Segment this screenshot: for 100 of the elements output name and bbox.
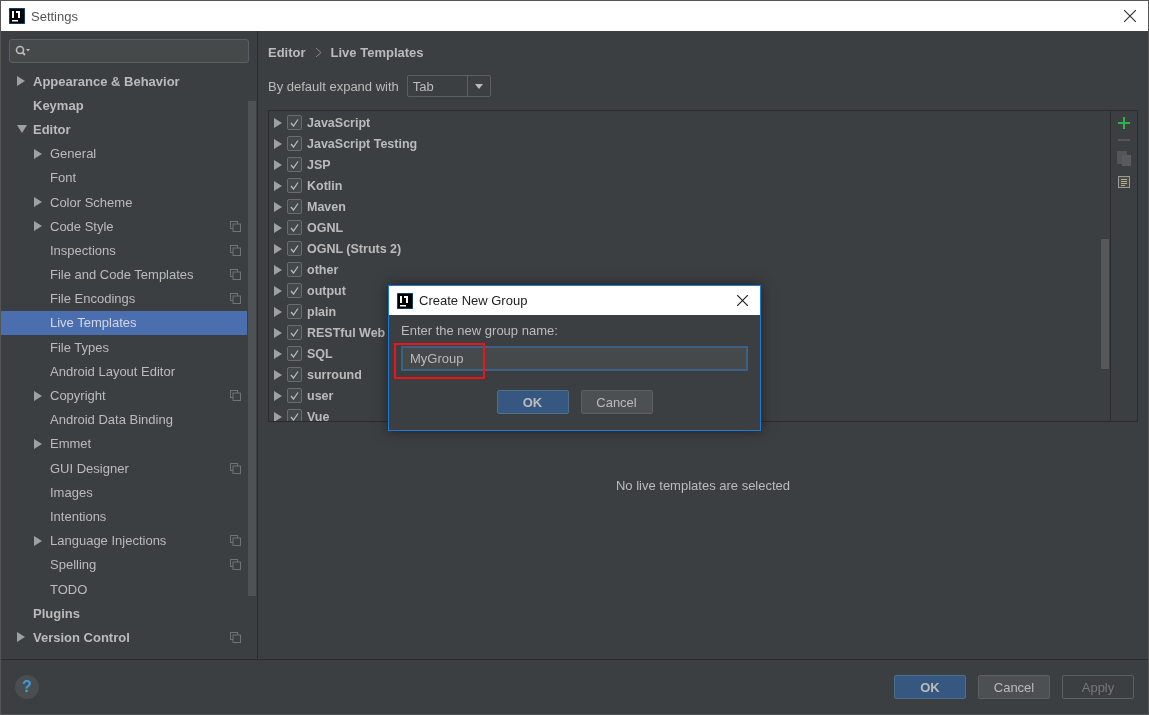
checkbox[interactable] xyxy=(287,262,302,277)
tree-item[interactable]: Images xyxy=(1,480,247,505)
search-field[interactable] xyxy=(9,39,249,63)
checkbox[interactable] xyxy=(287,325,302,340)
tree-item[interactable]: Emmet xyxy=(1,431,247,456)
checkbox[interactable] xyxy=(287,241,302,256)
expand-arrow-icon[interactable] xyxy=(274,222,282,233)
tree-item[interactable]: Spelling xyxy=(1,552,247,577)
tree-item[interactable]: File and Code Templates xyxy=(1,262,247,287)
template-group-name[interactable]: JavaScript xyxy=(307,115,371,130)
checkbox[interactable] xyxy=(287,346,302,361)
template-group-name[interactable]: plain xyxy=(307,304,337,319)
tree-item[interactable]: Android Data Binding xyxy=(1,407,247,432)
expand-arrow-icon[interactable] xyxy=(274,369,282,380)
checkmark-icon xyxy=(290,139,299,148)
expand-arrow-icon[interactable] xyxy=(274,180,282,191)
expand-arrow-icon[interactable] xyxy=(274,138,282,149)
template-group-name[interactable]: Kotlin xyxy=(307,178,343,193)
template-group-name[interactable]: user xyxy=(307,388,334,403)
tree-item[interactable]: Inspections xyxy=(1,238,247,263)
tree-item[interactable]: Code Style xyxy=(1,214,247,239)
checkbox[interactable] xyxy=(287,136,302,151)
expand-arrow-icon[interactable] xyxy=(17,632,25,643)
prompt-text: Enter the new group name: xyxy=(401,323,559,338)
dropdown-caret-icon xyxy=(474,83,483,89)
group-name-field[interactable]: MyGroup xyxy=(401,346,748,371)
dialog-button[interactable]: OK xyxy=(496,390,569,414)
tree-item[interactable]: Font xyxy=(1,165,247,190)
tree-item[interactable]: Android Layout Editor xyxy=(1,359,247,384)
expand-arrow-icon[interactable] xyxy=(274,285,282,296)
expand-arrow-icon[interactable] xyxy=(34,438,42,449)
checkmark-icon xyxy=(290,160,299,169)
close-icon[interactable] xyxy=(1124,10,1136,22)
checkbox[interactable] xyxy=(287,220,302,235)
checkbox[interactable] xyxy=(287,304,302,319)
expand-arrow-icon[interactable] xyxy=(34,390,42,401)
template-group-name[interactable]: JSP xyxy=(307,157,331,172)
template-group-name[interactable]: JavaScript Testing xyxy=(307,136,418,151)
tree-item[interactable]: File Types xyxy=(1,335,247,360)
expand-arrow-icon[interactable] xyxy=(274,201,282,212)
search-icon xyxy=(15,45,31,57)
expand-arrow-icon[interactable] xyxy=(274,306,282,317)
template-group-name[interactable]: RESTful Web xyxy=(307,325,386,340)
expand-arrow-icon[interactable] xyxy=(274,390,282,401)
scrollbar-thumb[interactable] xyxy=(1101,239,1109,369)
tree-item[interactable]: Color Scheme xyxy=(1,189,247,215)
checkbox[interactable] xyxy=(287,157,302,172)
tree-item[interactable]: GUI Designer xyxy=(1,456,247,481)
dialog-title: Create New Group xyxy=(419,293,528,308)
expand-arrow-icon[interactable] xyxy=(274,159,282,170)
close-icon[interactable] xyxy=(737,295,748,306)
template-group-name[interactable]: OGNL xyxy=(307,220,344,235)
template-group-name[interactable]: Maven xyxy=(307,199,346,214)
checkbox[interactable] xyxy=(287,283,302,298)
expand-arrow-icon[interactable] xyxy=(34,221,42,232)
tree-item[interactable]: Appearance & Behavior xyxy=(1,69,247,94)
expand-arrow-icon[interactable] xyxy=(274,117,282,128)
expand-arrow-icon[interactable] xyxy=(34,535,42,546)
checkbox[interactable] xyxy=(287,409,302,421)
dialog-button[interactable]: Cancel xyxy=(580,390,653,414)
dialog-button[interactable]: Cancel xyxy=(978,675,1050,699)
expand-arrow-icon[interactable] xyxy=(17,76,25,87)
template-group-name[interactable]: surround xyxy=(307,367,362,382)
tree-item[interactable]: TODO xyxy=(1,576,247,602)
tree-item[interactable]: Copyright xyxy=(1,383,247,408)
template-group-name[interactable]: output xyxy=(307,283,346,298)
template-group-name[interactable]: OGNL (Struts 2) xyxy=(307,241,402,256)
expand-arrow-icon[interactable] xyxy=(274,264,282,275)
scrollbar-thumb[interactable] xyxy=(248,101,256,596)
expand-arrow-icon[interactable] xyxy=(274,411,282,421)
checkbox[interactable] xyxy=(287,199,302,214)
tree-item[interactable]: Keymap xyxy=(1,93,247,118)
expand-arrow-icon[interactable] xyxy=(274,348,282,359)
expand-arrow-icon[interactable] xyxy=(274,327,282,338)
tree-item[interactable]: Language Injections xyxy=(1,528,247,553)
document-icon[interactable] xyxy=(1118,176,1130,188)
expand-arrow-icon[interactable] xyxy=(34,197,42,208)
tree-item[interactable]: Live Templates xyxy=(1,310,247,336)
expand-key-dropdown[interactable]: Tab xyxy=(406,75,491,97)
template-group-name[interactable]: other xyxy=(307,262,339,277)
checkbox[interactable] xyxy=(287,388,302,403)
window-title: Settings xyxy=(31,8,78,24)
tree-item[interactable]: Editor xyxy=(1,117,247,142)
checkbox[interactable] xyxy=(287,367,302,382)
tree-item[interactable]: Intentions xyxy=(1,504,247,529)
collapse-arrow-icon[interactable] xyxy=(17,125,27,134)
template-group-name[interactable]: SQL xyxy=(307,346,333,361)
add-icon[interactable] xyxy=(1118,117,1130,129)
checkbox[interactable] xyxy=(287,178,302,193)
template-group-name[interactable]: Vue xyxy=(307,409,330,421)
tree-item[interactable]: Plugins xyxy=(1,601,247,626)
checkmark-icon xyxy=(290,202,299,211)
checkbox[interactable] xyxy=(287,115,302,130)
expand-arrow-icon[interactable] xyxy=(274,243,282,254)
expand-arrow-icon[interactable] xyxy=(34,148,42,159)
dialog-button[interactable]: OK xyxy=(894,675,966,699)
tree-item[interactable]: File Encodings xyxy=(1,286,247,311)
help-button[interactable]: ? xyxy=(15,675,39,699)
tree-item[interactable]: Version Control xyxy=(1,625,247,650)
tree-item[interactable]: General xyxy=(1,141,247,166)
